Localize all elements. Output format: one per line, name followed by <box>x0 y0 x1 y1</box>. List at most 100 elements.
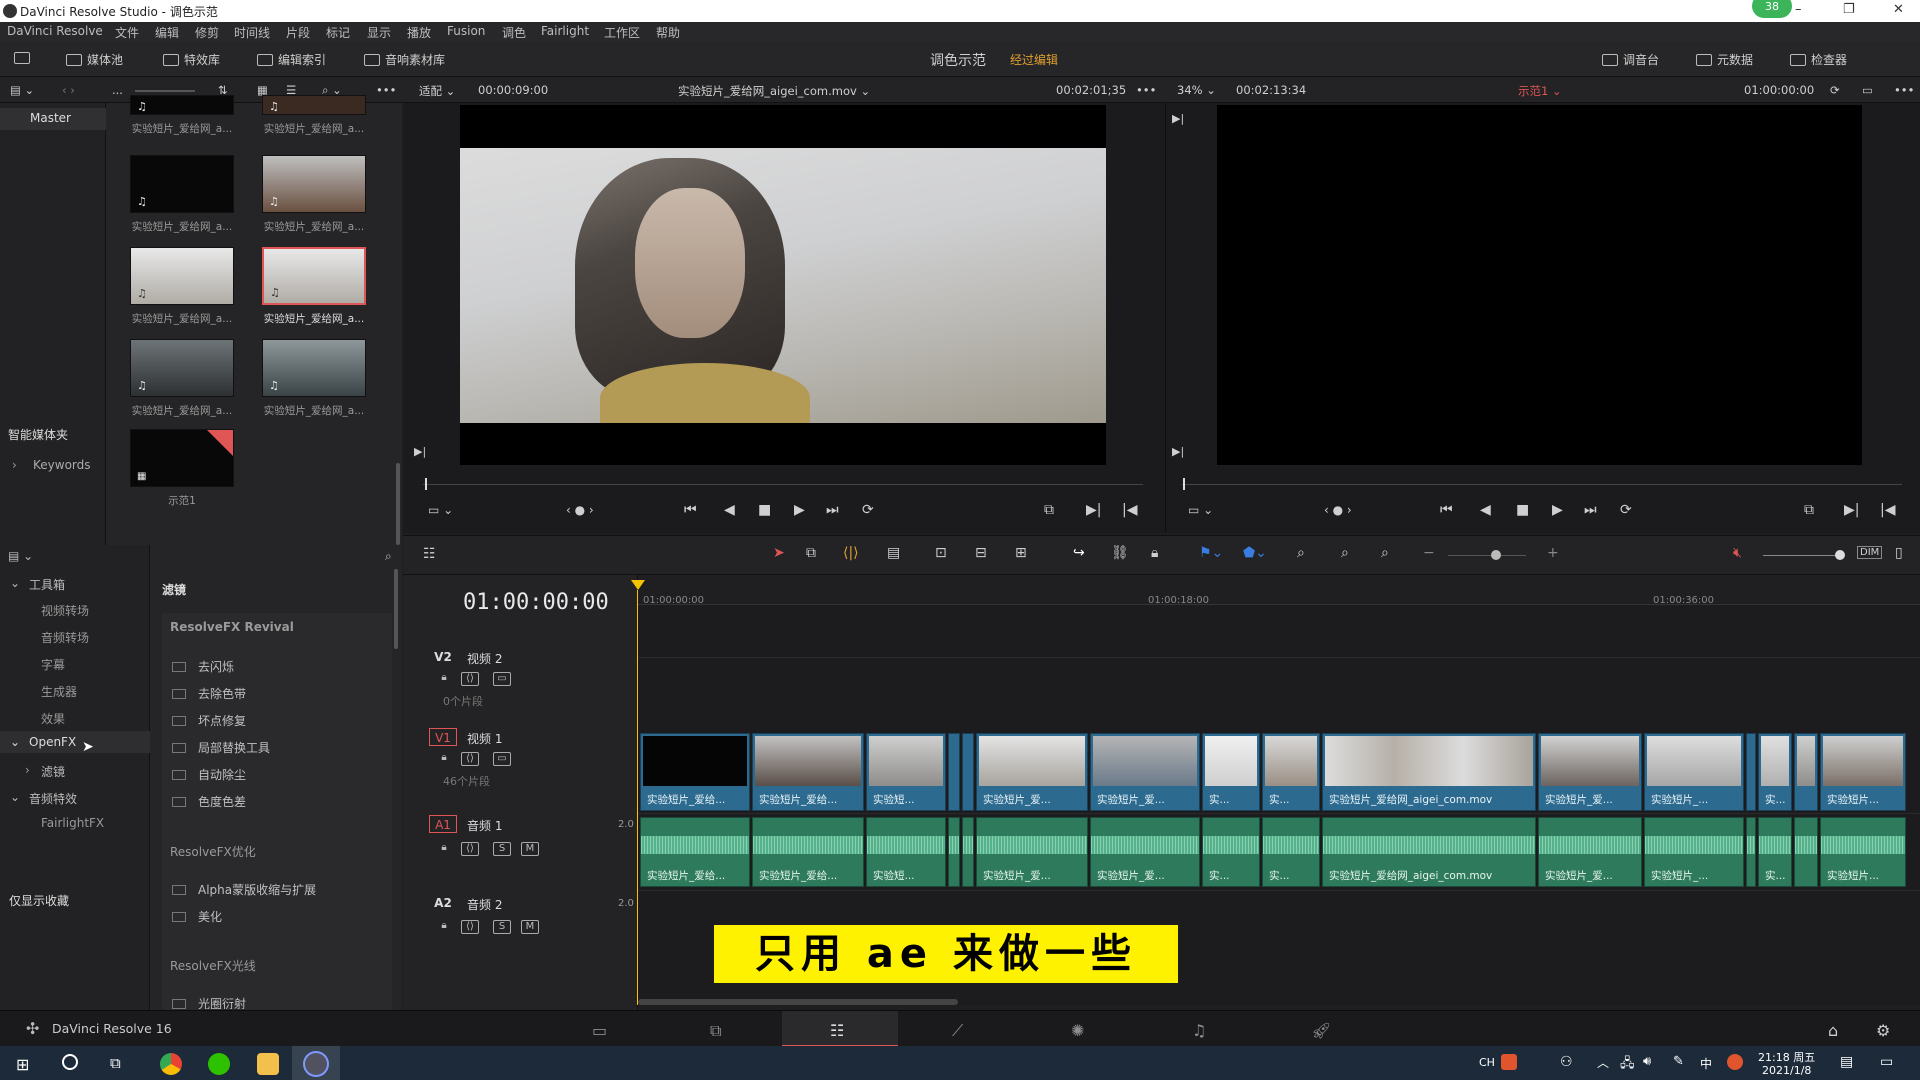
source-mark-out-icon[interactable]: |◀ <box>1122 502 1137 518</box>
video-clip[interactable] <box>962 733 974 811</box>
video-clip[interactable] <box>1794 733 1818 811</box>
video-clip[interactable]: 实验短片_爱给... <box>752 733 864 811</box>
effect-item[interactable]: 去除色带 <box>172 685 246 702</box>
effects-panel-icon[interactable]: ▤ ⌄ <box>8 549 33 563</box>
marker-icon[interactable]: ⬟⌄ <box>1243 545 1267 561</box>
zoom-custom-icon[interactable]: ⌕ <box>1381 545 1389 561</box>
mute-button[interactable]: M <box>521 842 539 856</box>
audio-clip[interactable] <box>948 817 960 887</box>
mute-audio-icon[interactable]: 🔇︎ <box>1733 545 1742 561</box>
timeline-view-options-icon[interactable]: ▭ ⌄ <box>1188 503 1213 517</box>
timeline-play-icon[interactable]: ▶ <box>1552 502 1563 518</box>
lock-track-icon[interactable]: 🔒︎ <box>435 920 453 934</box>
cut-page-icon[interactable]: ⧉ <box>710 1021 721 1041</box>
timeline-stop-icon[interactable]: ■ <box>1516 502 1529 518</box>
lock-track-icon[interactable]: 🔒︎ <box>435 842 453 856</box>
audio-meter-icon[interactable]: ▯ <box>1895 545 1903 561</box>
effect-item[interactable]: 色度色差 <box>172 793 246 810</box>
mute-button[interactable]: M <box>521 920 539 934</box>
effect-item[interactable]: 美化 <box>172 908 222 925</box>
audio-clip[interactable]: 实验短片_爱给... <box>752 817 864 887</box>
bin-view-icon[interactable]: ▤ ⌄ <box>10 83 34 97</box>
effects-library-button[interactable]: 特效库 <box>163 51 220 68</box>
zoom-detail-icon[interactable]: ⌕ <box>1341 545 1349 561</box>
media-clip[interactable]: ♫ 实验短片_爱给网_a... <box>130 247 234 326</box>
audio-clip[interactable]: 实验短片_爱... <box>1538 817 1642 887</box>
menu-mark[interactable]: 标记 <box>326 24 350 41</box>
source-play-icon[interactable]: ▶ <box>794 502 805 518</box>
source-playhead[interactable] <box>425 478 427 490</box>
nav-toolbox[interactable]: 工具箱 <box>29 576 65 593</box>
close-button[interactable]: ✕ <box>1893 2 1904 17</box>
video-clip[interactable]: 实验短片_... <box>1644 733 1744 811</box>
timeline-view-icon[interactable]: ☷ <box>423 546 436 562</box>
edit-page-icon[interactable]: ☷ <box>830 1021 844 1040</box>
video-clip[interactable] <box>1746 733 1756 811</box>
clock-date[interactable]: 2021/1/8 <box>1762 1064 1811 1077</box>
collapse-toolbox-icon[interactable]: ⌄ <box>10 576 20 590</box>
source-scrubber[interactable] <box>423 484 1143 485</box>
selection-tool-icon[interactable]: ➤ <box>773 545 785 561</box>
video-clip[interactable]: 实验短片_爱给... <box>640 733 750 811</box>
media-clip[interactable]: ♫ 实验短片_爱给网_a... <box>130 155 234 234</box>
menu-file[interactable]: 文件 <box>115 24 139 41</box>
media-clip[interactable]: ♫ 实验短片_爱给网_a... <box>130 95 234 136</box>
audio-clip[interactable] <box>1746 817 1756 887</box>
nav-titles[interactable]: 字幕 <box>41 656 65 673</box>
replace-clip-icon[interactable]: ⊞ <box>1015 545 1027 561</box>
effects-search-icon[interactable]: ⌕ <box>385 549 392 564</box>
lock-track-icon[interactable]: 🔒︎ <box>435 672 453 686</box>
audio-clip[interactable]: 实验短片_爱给网_aigei_com.mov <box>1322 817 1536 887</box>
zoom-slider-thumb[interactable] <box>1491 550 1501 560</box>
nav-arrows-icon[interactable]: ‹ › <box>62 83 75 97</box>
timeline-viewer-playhead[interactable] <box>1183 478 1185 490</box>
nav-generators[interactable]: 生成器 <box>41 683 77 700</box>
track-id[interactable]: A1 <box>429 815 457 833</box>
video-clip[interactable]: 实... <box>1202 733 1260 811</box>
media-clip[interactable]: ♫ 实验短片_爱给网_a... <box>130 339 234 418</box>
tray-expand-icon[interactable]: ︿ <box>1597 1054 1609 1071</box>
insert-clip-icon[interactable]: ⊡ <box>935 545 947 561</box>
menu-timeline[interactable]: 时间线 <box>234 24 270 41</box>
audio-clip[interactable]: 实... <box>1202 817 1260 887</box>
zoom-fit-dropdown[interactable]: 适配 ⌄ <box>419 83 455 99</box>
deliver-page-icon[interactable]: 🚀︎ <box>1311 1021 1331 1040</box>
more-path[interactable]: ... <box>112 83 123 97</box>
color-page-icon[interactable]: ✺ <box>1071 1021 1084 1040</box>
source-mark-in-icon[interactable]: ▶| <box>1086 502 1101 518</box>
effects-scrollbar[interactable] <box>394 569 398 649</box>
panel-toggle-icon[interactable] <box>14 51 35 65</box>
menu-clip[interactable]: 片段 <box>286 24 310 41</box>
source-loop-icon[interactable]: ⟳ <box>862 502 874 518</box>
file-explorer-icon[interactable] <box>257 1053 279 1075</box>
nav-effects[interactable]: 效果 <box>41 710 65 727</box>
audio-clip[interactable]: 实验短片_爱... <box>1090 817 1200 887</box>
video-clip[interactable]: 实... <box>1262 733 1320 811</box>
notes-icon[interactable]: ▤ <box>1840 1054 1853 1070</box>
nav-audio-fx[interactable]: 音频特效 <box>29 790 77 807</box>
zoom-out-icon[interactable]: − <box>1423 545 1435 561</box>
video-clip[interactable]: 实验短... <box>866 733 946 811</box>
position-lock-icon[interactable]: 🔒︎ <box>1151 545 1158 561</box>
track-id[interactable]: A2 <box>429 894 457 912</box>
audio-clip[interactable]: 实... <box>1758 817 1792 887</box>
menu-davinci[interactable]: DaVinci Resolve <box>7 24 103 38</box>
metadata-button[interactable]: 元数据 <box>1696 51 1753 68</box>
thumbnail-size-slider[interactable] <box>135 90 195 92</box>
auto-select-icon[interactable]: ⟨⟩ <box>461 752 479 766</box>
playhead-handle[interactable] <box>631 580 645 590</box>
sound-library-button[interactable]: 音响素材库 <box>364 51 445 68</box>
effect-item[interactable]: 光圈衍射 <box>172 995 246 1009</box>
search-circle-icon[interactable] <box>62 1054 78 1070</box>
effect-item[interactable]: Alpha蒙版收缩与扩展 <box>172 881 316 898</box>
timeline-match-frame-icon[interactable]: ⧉ <box>1804 502 1814 518</box>
media-clip[interactable]: ♫ 实验短片_爱给网_a... <box>262 339 366 418</box>
fairlight-page-icon[interactable]: ♫ <box>1192 1021 1206 1040</box>
video-clip[interactable]: 实验短片_爱... <box>976 733 1088 811</box>
source-jog-icon[interactable]: ‹ ● › <box>566 503 594 517</box>
media-clip[interactable]: ♫ 实验短片_爱给网_a... <box>262 95 366 136</box>
menu-playback[interactable]: 播放 <box>407 24 431 41</box>
auto-select-icon[interactable]: ⟨⟩ <box>461 842 479 856</box>
audio-clip[interactable] <box>962 817 974 887</box>
minimize-button[interactable]: – <box>1795 2 1802 17</box>
